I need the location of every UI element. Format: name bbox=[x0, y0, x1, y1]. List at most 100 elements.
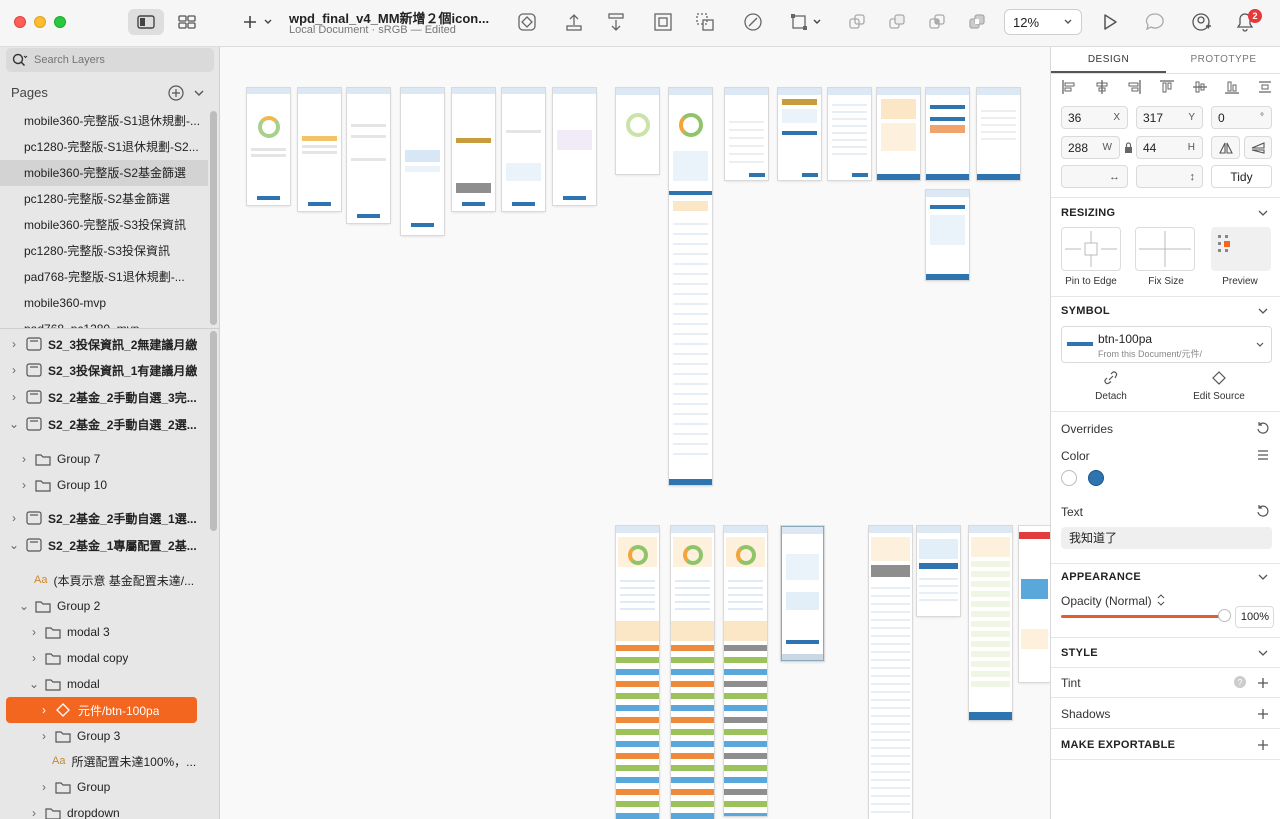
artboard-thumbnail[interactable] bbox=[616, 88, 659, 174]
align-top-icon[interactable] bbox=[1159, 79, 1175, 95]
y-field[interactable]: 317 Y bbox=[1136, 106, 1203, 129]
symbol-picker[interactable]: btn-100pa From this Document/元件/ bbox=[1061, 326, 1272, 363]
artboard-thumbnail[interactable] bbox=[926, 190, 969, 280]
pages-scrollbar[interactable] bbox=[210, 111, 217, 325]
edit-button[interactable] bbox=[740, 9, 766, 35]
width-field[interactable]: 288 W bbox=[1061, 136, 1120, 159]
artboard-thumbnail[interactable] bbox=[671, 526, 714, 819]
layer-group[interactable]: › Group 10 bbox=[0, 472, 208, 498]
share-button[interactable] bbox=[1190, 9, 1214, 35]
chevron-right-icon[interactable]: › bbox=[8, 337, 20, 351]
page-item[interactable]: pad768-完整版-S1退休規劃-... bbox=[0, 264, 208, 290]
artboard-thumbnail[interactable] bbox=[877, 88, 920, 180]
layer-text[interactable]: Aa 所選配置未達100%，... bbox=[0, 748, 208, 774]
page-item[interactable]: mobile360-完整版-S1退休規劃-... bbox=[0, 108, 208, 134]
chevron-down-icon[interactable] bbox=[1257, 207, 1269, 219]
artboard-thumbnail[interactable] bbox=[917, 526, 960, 616]
sidebar-toggle-button[interactable] bbox=[128, 9, 164, 35]
text-override-field[interactable]: 我知道了 bbox=[1061, 527, 1272, 549]
artboard-thumbnail[interactable] bbox=[926, 88, 969, 180]
chevron-down-icon[interactable]: ⌄ bbox=[18, 599, 30, 613]
chevron-right-icon[interactable]: › bbox=[8, 511, 20, 525]
artboard-thumbnail[interactable] bbox=[725, 88, 768, 180]
tab-prototype[interactable]: PROTOTYPE bbox=[1166, 47, 1280, 73]
page-item[interactable]: mobile360-mvp bbox=[0, 290, 208, 316]
subtract-button[interactable] bbox=[885, 9, 909, 35]
grid-view-button[interactable] bbox=[170, 9, 204, 35]
page-item[interactable]: mobile360-完整版-S3投保資訊 bbox=[0, 212, 208, 238]
help-icon[interactable]: ? bbox=[1233, 675, 1247, 689]
page-item-selected[interactable]: mobile360-完整版-S2基金篩選 bbox=[0, 160, 208, 186]
chevron-right-icon[interactable]: › bbox=[28, 625, 40, 639]
minimize-window-button[interactable] bbox=[34, 16, 46, 28]
page-item[interactable]: pc1280-完整版-S1退休規劃-S2... bbox=[0, 134, 208, 160]
list-icon[interactable] bbox=[1257, 449, 1269, 461]
forward-button[interactable] bbox=[561, 9, 587, 35]
color-swatch-blue[interactable] bbox=[1088, 470, 1104, 486]
intersect-button[interactable] bbox=[925, 9, 949, 35]
artboard-thumbnail[interactable] bbox=[616, 526, 659, 819]
layer-group[interactable]: › Group 3 bbox=[0, 723, 208, 749]
chevron-down-icon[interactable]: ⌄ bbox=[8, 538, 20, 552]
layer-artboard[interactable]: ⌄ S2_2基金_2手動自選_2選... bbox=[0, 411, 208, 437]
chevron-updown-icon[interactable] bbox=[1157, 593, 1165, 607]
chevron-down-icon[interactable] bbox=[1257, 647, 1269, 659]
artboard-thumbnail[interactable] bbox=[969, 526, 1012, 720]
preview-play-button[interactable] bbox=[1098, 9, 1122, 35]
tidy-button[interactable]: Tidy bbox=[1211, 165, 1272, 188]
design-canvas[interactable] bbox=[220, 47, 1050, 819]
chevron-right-icon[interactable]: › bbox=[28, 651, 40, 665]
artboard-thumbnail[interactable] bbox=[869, 526, 912, 819]
x-field[interactable]: 36 X bbox=[1061, 106, 1128, 129]
layer-group[interactable]: › Group bbox=[0, 774, 208, 800]
page-item[interactable]: pad768_pc1280_mvp bbox=[0, 316, 208, 328]
vertical-spacing-field[interactable]: ↕ bbox=[1136, 165, 1203, 188]
lock-icon[interactable] bbox=[1124, 142, 1133, 154]
artboard-thumbnail[interactable] bbox=[401, 88, 444, 235]
add-export-icon[interactable] bbox=[1257, 739, 1269, 751]
align-right-icon[interactable] bbox=[1126, 79, 1142, 95]
artboard-thumbnail[interactable] bbox=[553, 88, 596, 205]
layer-artboard[interactable]: › S2_2基金_2手動自選_3完... bbox=[0, 384, 208, 410]
opacity-field[interactable]: 100% bbox=[1235, 606, 1274, 628]
chevron-right-icon[interactable]: › bbox=[8, 390, 20, 404]
layer-group[interactable]: › Group 7 bbox=[0, 446, 208, 472]
detach-icon[interactable] bbox=[1104, 371, 1118, 385]
page-item[interactable]: pc1280-完整版-S3投保資訊 bbox=[0, 238, 208, 264]
detach-button[interactable]: Detach bbox=[1071, 391, 1151, 402]
chevron-right-icon[interactable]: › bbox=[18, 478, 30, 492]
artboard-thumbnail[interactable] bbox=[828, 88, 871, 180]
align-vertical-center-icon[interactable] bbox=[1192, 79, 1208, 95]
layer-artboard[interactable]: › S2_3投保資訊_1有建議月繳 bbox=[0, 357, 208, 383]
page-item[interactable]: pc1280-完整版-S2基金篩選 bbox=[0, 186, 208, 212]
align-horizontal-center-icon[interactable] bbox=[1094, 79, 1110, 95]
artboard-thumbnail[interactable] bbox=[347, 88, 390, 223]
align-bottom-icon[interactable] bbox=[1224, 79, 1240, 95]
chevron-down-icon[interactable]: ⌄ bbox=[28, 677, 40, 691]
distribute-icon[interactable] bbox=[1257, 79, 1273, 95]
rotation-field[interactable]: 0 ° bbox=[1211, 106, 1272, 129]
group-button[interactable] bbox=[650, 9, 676, 35]
backward-button[interactable] bbox=[603, 9, 629, 35]
layer-group[interactable]: ⌄ Group 2 bbox=[0, 593, 208, 619]
chevron-right-icon[interactable]: › bbox=[38, 780, 50, 794]
artboard-thumbnail[interactable] bbox=[247, 88, 290, 205]
transform-button[interactable] bbox=[786, 9, 824, 35]
layer-artboard[interactable]: › S2_2基金_2手動自選_1選... bbox=[0, 505, 208, 531]
flip-horizontal-button[interactable] bbox=[1211, 136, 1240, 159]
artboard-thumbnail[interactable] bbox=[977, 88, 1020, 180]
union-button[interactable] bbox=[845, 9, 869, 35]
artboard-thumbnail[interactable] bbox=[452, 88, 495, 211]
layer-text[interactable]: Aa (本頁示意 基金配置未達/... bbox=[0, 567, 208, 593]
layer-artboard[interactable]: › S2_3投保資訊_2無建議月繳 bbox=[0, 331, 208, 357]
opacity-slider[interactable] bbox=[1061, 615, 1223, 618]
edit-source-button[interactable]: Edit Source bbox=[1179, 391, 1259, 402]
layer-group[interactable]: › dropdown bbox=[0, 800, 208, 819]
chevron-right-icon[interactable]: › bbox=[28, 806, 40, 819]
color-swatch-white[interactable] bbox=[1061, 470, 1077, 486]
chevron-down-icon[interactable]: ⌄ bbox=[8, 417, 20, 431]
artboard-thumbnail[interactable] bbox=[502, 88, 545, 211]
layer-group[interactable]: ⌄ modal bbox=[0, 671, 208, 697]
create-symbol-button[interactable] bbox=[514, 9, 540, 35]
align-left-icon[interactable] bbox=[1061, 79, 1077, 95]
